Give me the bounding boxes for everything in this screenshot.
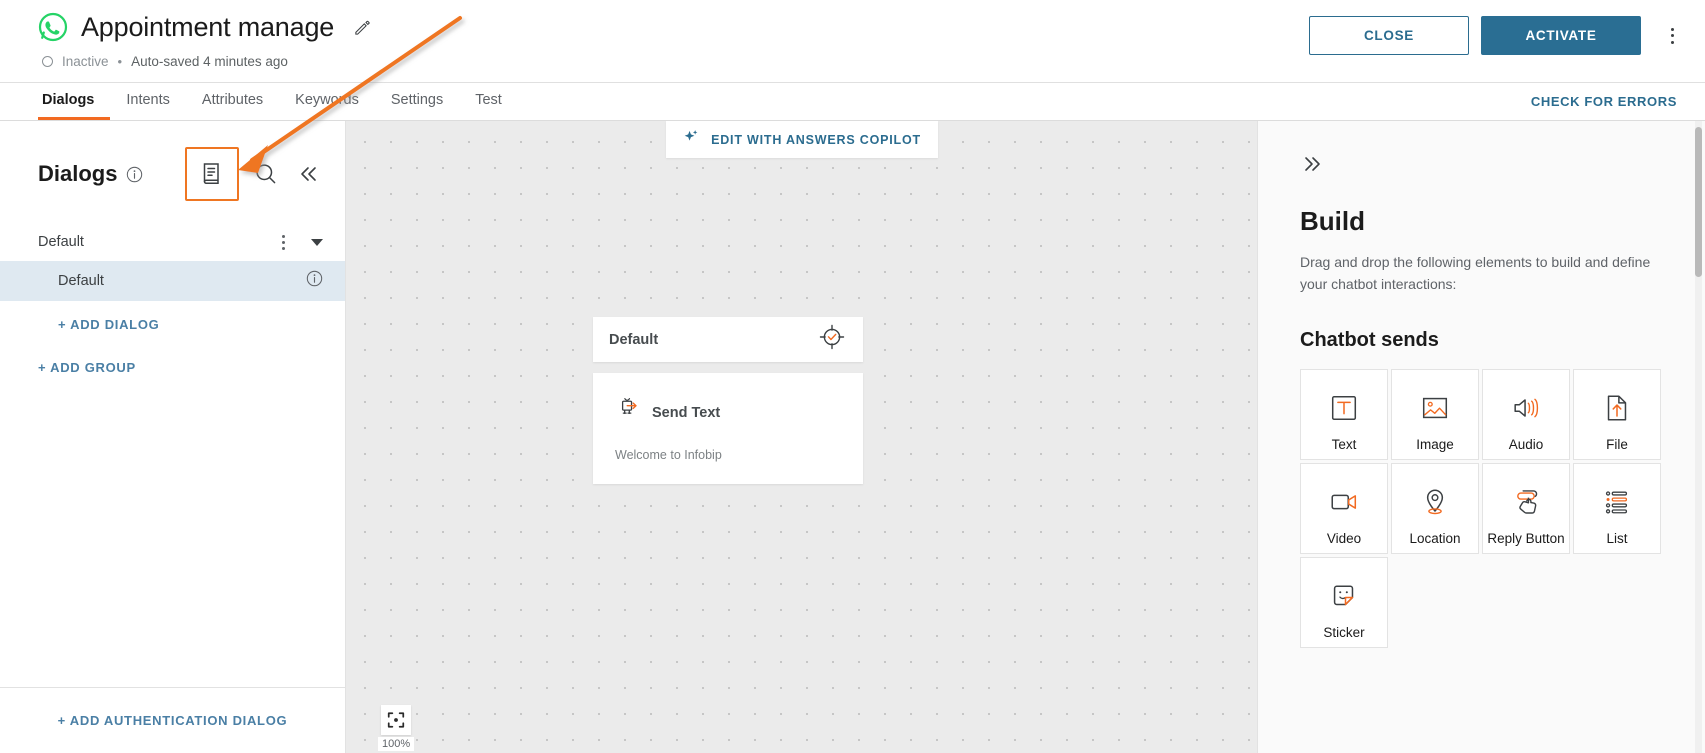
autosave-text: Auto-saved 4 minutes ago: [131, 54, 288, 69]
element-label: Video: [1326, 531, 1362, 546]
chevron-double-left-icon[interactable]: [293, 159, 323, 189]
chevron-double-right-icon[interactable]: [1300, 151, 1328, 177]
list-item-label: Default: [58, 273, 104, 289]
add-group-wrapper: + ADD GROUP: [0, 332, 345, 375]
title-row: Appointment manage: [38, 10, 1309, 44]
build-panel-description: Drag and drop the following elements to …: [1300, 254, 1651, 292]
element-card-reply-button[interactable]: Reply Button: [1482, 463, 1570, 554]
pencil-icon[interactable]: [353, 18, 372, 37]
element-label: Image: [1416, 437, 1454, 452]
element-label: Sticker: [1323, 625, 1365, 640]
sidebar-item-default-dialog[interactable]: Default: [0, 261, 345, 301]
tab-attributes[interactable]: Attributes: [186, 83, 279, 120]
element-card-image[interactable]: Image: [1391, 369, 1479, 460]
zoom-level-label[interactable]: 100%: [378, 737, 415, 751]
tab-bar: Dialogs Intents Attributes Keywords Sett…: [0, 82, 1705, 121]
tab-intents[interactable]: Intents: [110, 83, 186, 120]
check-for-errors-button[interactable]: CHECK FOR ERRORS: [1531, 83, 1683, 120]
card-title: Send Text: [652, 404, 721, 421]
status-circle-icon: [42, 56, 53, 67]
group-kebab-menu-icon[interactable]: [276, 231, 291, 254]
whatsapp-icon: [38, 12, 68, 42]
fit-to-screen-icon[interactable]: [381, 705, 412, 735]
reply-button-icon: [1510, 484, 1542, 520]
card-body-text: Welcome to Infobip: [615, 448, 722, 462]
element-card-file[interactable]: File: [1573, 369, 1661, 460]
page-title: Appointment manage: [81, 12, 335, 42]
add-dialog-wrapper: + ADD DIALOG: [0, 301, 345, 332]
tab-keywords[interactable]: Keywords: [279, 83, 375, 120]
tab-settings[interactable]: Settings: [375, 83, 459, 120]
chevron-down-icon[interactable]: [311, 238, 323, 246]
flow-card-send-text[interactable]: Send Text Welcome to Infobip: [593, 373, 863, 484]
title-block: Appointment manage Inactive • Auto-saved…: [38, 10, 1309, 69]
element-label: Reply Button: [1487, 531, 1565, 546]
main-body: Dialogs Default Default + ADD DIALOG + A…: [0, 121, 1705, 753]
top-header: Appointment manage Inactive • Auto-saved…: [0, 0, 1705, 82]
activate-button[interactable]: ACTIVATE: [1481, 16, 1641, 55]
element-label: Text: [1331, 437, 1357, 452]
flow-canvas[interactable]: EDIT WITH ANSWERS COPILOT Default Send T…: [346, 121, 1257, 753]
kebab-menu-icon[interactable]: [1657, 19, 1687, 53]
dialog-group-label: Default: [38, 234, 84, 250]
element-card-sticker[interactable]: Sticker: [1300, 557, 1388, 648]
sidebar-header: Dialogs: [0, 121, 345, 223]
element-card-text[interactable]: Text: [1300, 369, 1388, 460]
dialogs-sidebar: Dialogs Default Default + ADD DIALOG + A…: [0, 121, 346, 753]
element-label: File: [1606, 437, 1628, 452]
element-card-video[interactable]: Video: [1300, 463, 1388, 554]
card-header: Send Text: [615, 397, 843, 428]
element-card-audio[interactable]: Audio: [1482, 369, 1570, 460]
tab-test[interactable]: Test: [459, 83, 518, 120]
flow-node-title: Default: [609, 331, 659, 348]
element-label: Location: [1409, 531, 1461, 546]
edit-with-copilot-button[interactable]: EDIT WITH ANSWERS COPILOT: [665, 121, 938, 158]
build-panel-scrollbar-thumb[interactable]: [1695, 127, 1702, 277]
add-authentication-dialog-button[interactable]: + ADD AUTHENTICATION DIALOG: [58, 713, 288, 728]
status-separator: •: [117, 54, 123, 69]
chatbot-send-icon: [615, 397, 641, 428]
element-card-location[interactable]: Location: [1391, 463, 1479, 554]
tab-list: Dialogs Intents Attributes Keywords Sett…: [38, 83, 518, 120]
add-group-button[interactable]: + ADD GROUP: [38, 360, 345, 375]
text-icon: [1328, 390, 1360, 426]
build-panel-title: Build: [1300, 206, 1365, 236]
sidebar-filler: [0, 375, 345, 687]
tab-dialogs[interactable]: Dialogs: [38, 83, 111, 120]
status-row: Inactive • Auto-saved 4 minutes ago: [38, 54, 1309, 69]
info-circle-icon[interactable]: [126, 166, 143, 183]
close-button[interactable]: CLOSE: [1309, 16, 1469, 55]
sidebar-title: Dialogs: [38, 161, 118, 186]
dialog-library-icon[interactable]: [185, 147, 239, 201]
video-icon: [1328, 484, 1360, 520]
status-badge: Inactive: [62, 54, 109, 69]
chatbot-sends-section-title: Chatbot sends: [1300, 329, 1439, 351]
element-label: List: [1606, 531, 1628, 546]
location-pin-icon: [1419, 484, 1451, 520]
list-icon: [1601, 484, 1633, 520]
dialog-info-circle-icon[interactable]: [306, 270, 323, 292]
build-panel: Build Drag and drop the following elemen…: [1257, 121, 1705, 753]
chatbot-builder-app: Appointment manage Inactive • Auto-saved…: [0, 0, 1705, 753]
sparkle-icon: [682, 128, 700, 151]
tab-bar-spacer: [518, 83, 1531, 120]
copilot-label: EDIT WITH ANSWERS COPILOT: [711, 132, 921, 147]
search-icon[interactable]: [251, 159, 281, 189]
header-actions: CLOSE ACTIVATE: [1309, 10, 1687, 55]
file-upload-icon: [1601, 390, 1633, 426]
element-grid: Text Image Audio File Video Location Rep…: [1300, 369, 1665, 651]
element-label: Audio: [1508, 437, 1544, 452]
sidebar-footer: + ADD AUTHENTICATION DIALOG: [0, 687, 345, 753]
dialog-group-row[interactable]: Default: [0, 223, 345, 261]
audio-icon: [1510, 390, 1542, 426]
element-card-list[interactable]: List: [1573, 463, 1661, 554]
add-dialog-button[interactable]: + ADD DIALOG: [58, 317, 345, 332]
sticker-icon: [1328, 578, 1360, 614]
target-check-icon[interactable]: [819, 324, 845, 355]
image-icon: [1419, 390, 1451, 426]
zoom-controls: 100%: [378, 705, 415, 751]
flow-node-header[interactable]: Default: [593, 317, 863, 362]
build-panel-inner: Build Drag and drop the following elemen…: [1258, 121, 1705, 753]
